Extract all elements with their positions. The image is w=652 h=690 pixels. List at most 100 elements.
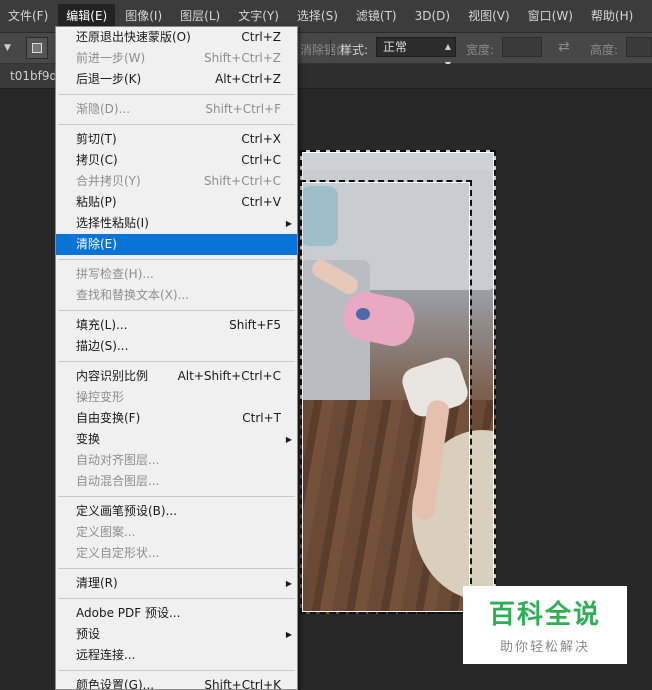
menu-item-label: 选择性粘贴(I) [76,216,149,230]
menu-item-label: 变换 [76,432,101,446]
menu-item-shortcut: Shift+F5 [229,318,281,332]
menu-4[interactable]: 文字(Y) [230,4,287,28]
submenu-arrow-icon: ▶ [285,435,292,444]
menu-item-label: 描边(S)... [76,339,129,353]
menu-item-label: 粘贴(P) [76,195,117,209]
edit-menu-item[interactable]: 拷贝(C) Ctrl+C [56,150,297,171]
edit-menu-item[interactable]: 清理(R) ▶ [56,573,297,594]
style-select-value: 正常 [383,40,408,54]
menu-item-label: 内容识别比例 [76,369,149,383]
menu-item-label: 剪切(T) [76,132,117,146]
selection-outline-inner [300,180,472,614]
edit-menu-item[interactable]: 颜色设置(G)... Shift+Ctrl+K [56,675,297,690]
tool-preset-dropdown-icon[interactable]: ▼ [4,40,14,56]
menu-5[interactable]: 选择(S) [289,4,346,28]
menu-separator [58,568,295,569]
menu-item-label: 定义自定形状... [76,546,160,560]
edit-menu-item: 前进一步(W) Shift+Ctrl+Z [56,48,297,69]
menu-item-shortcut: Alt+Ctrl+Z [215,72,281,86]
menu-3[interactable]: 图层(L) [172,4,228,28]
menu-8[interactable]: 视图(V) [460,4,518,28]
menu-item-shortcut: Shift+Ctrl+F [205,102,281,116]
menu-item-label: 颜色设置(G)... [76,678,155,690]
menu-separator [58,310,295,311]
style-label: 样式: [340,43,369,57]
height-label: 高度: [590,43,619,57]
swap-icon[interactable]: ⇄ [558,39,570,55]
menu-item-shortcut: Ctrl+Z [241,30,281,44]
menu-separator [58,124,295,125]
menu-item-label: 前进一步(W) [76,51,146,65]
menu-separator [58,496,295,497]
edit-menu-item[interactable]: 自由变换(F) Ctrl+T [56,408,297,429]
menu-item-label: 自由变换(F) [76,411,141,425]
edit-menu-item: 查找和替换文本(X)... [56,285,297,306]
style-select[interactable]: 正常 ▲▼ [376,37,456,69]
submenu-arrow-icon: ▶ [285,630,292,639]
edit-menu-item[interactable]: 选择性粘贴(I) ▶ [56,213,297,234]
menu-1[interactable]: 编辑(E) [58,4,116,28]
edit-menu-item: 拼写检查(H)... [56,264,297,285]
menu-item-label: 拷贝(C) [76,153,118,167]
menu-item-label: 拼写检查(H)... [76,267,154,281]
menu-item-shortcut: Shift+Ctrl+C [203,174,281,188]
menu-10[interactable]: 帮助(H) [583,4,641,28]
edit-menu-dropdown: 还原退出快速蒙版(O) Ctrl+Z 前进一步(W) Shift+Ctrl+Z 后退一步… [55,26,298,690]
edit-menu-item: 自动混合图层... [56,471,297,492]
menu-separator [58,598,295,599]
menu-item-label: 自动对齐图层... [76,453,160,467]
menu-item-shortcut: Ctrl+T [242,411,281,425]
menu-separator [58,361,295,362]
edit-menu-item[interactable]: 填充(L)... Shift+F5 [56,315,297,336]
edit-menu-item: 渐隐(D)... Shift+Ctrl+F [56,99,297,120]
menu-separator [58,259,295,260]
divider [330,39,331,57]
menu-item-label: 还原退出快速蒙版(O) [76,30,191,44]
edit-menu-item[interactable]: Adobe PDF 预设... [56,603,297,624]
square-icon [32,43,42,53]
edit-menu-item[interactable]: 描边(S)... [56,336,297,357]
menu-item-label: 渐隐(D)... [76,102,131,116]
menu-item-label: 后退一步(K) [76,72,142,86]
menu-item-label: 查找和替换文本(X)... [76,288,190,302]
edit-menu-item[interactable]: 远程连接... [56,645,297,666]
menu-7[interactable]: 3D(D) [407,4,458,28]
edit-menu-item[interactable]: 预设 ▶ [56,624,297,645]
edit-menu-item[interactable]: 清除(E) [56,234,297,255]
height-input[interactable] [626,37,652,57]
menu-item-label: 操控变形 [76,390,125,404]
menu-item-label: 清理(R) [76,576,118,590]
menu-item-label: 定义画笔预设(B)... [76,504,178,518]
menu-item-shortcut: Shift+Ctrl+Z [204,51,281,65]
rectangular-marquee-tool-button[interactable] [26,37,48,59]
menu-item-label: 清除(E) [76,237,117,251]
menu-item-label: 预设 [76,627,101,641]
edit-menu-item: 定义图案... [56,522,297,543]
menu-2[interactable]: 图像(I) [117,4,170,28]
menu-item-label: 合并拷贝(Y) [76,174,141,188]
menu-item-shortcut: Shift+Ctrl+K [204,678,281,690]
edit-menu-item[interactable]: 剪切(T) Ctrl+X [56,129,297,150]
menu-item-shortcut: Ctrl+X [241,132,281,146]
menu-9[interactable]: 窗口(W) [520,4,581,28]
watermark: 百科全说 助你轻松解决 [463,586,627,664]
menu-0[interactable]: 文件(F) [0,4,56,28]
menu-6[interactable]: 滤镜(T) [348,4,405,28]
edit-menu-item: 操控变形 [56,387,297,408]
edit-menu-item: 定义自定形状... [56,543,297,564]
menu-item-shortcut: Ctrl+C [241,153,281,167]
menu-item-label: Adobe PDF 预设... [76,606,181,620]
submenu-arrow-icon: ▶ [285,219,292,228]
edit-menu-item: 合并拷贝(Y) Shift+Ctrl+C [56,171,297,192]
canvas-image[interactable] [300,150,496,614]
edit-menu-item[interactable]: 定义画笔预设(B)... [56,501,297,522]
edit-menu-item[interactable]: 后退一步(K) Alt+Ctrl+Z [56,69,297,90]
edit-menu-item[interactable]: 变换 ▶ [56,429,297,450]
edit-menu-item[interactable]: 粘贴(P) Ctrl+V [56,192,297,213]
edit-menu-item[interactable]: 内容识别比例 Alt+Shift+Ctrl+C [56,366,297,387]
edit-menu-item[interactable]: 还原退出快速蒙版(O) Ctrl+Z [56,27,297,48]
width-label: 宽度: [466,43,495,57]
menu-item-shortcut: Ctrl+V [241,195,281,209]
width-input[interactable] [502,37,542,57]
menu-item-shortcut: Alt+Shift+Ctrl+C [177,369,281,383]
